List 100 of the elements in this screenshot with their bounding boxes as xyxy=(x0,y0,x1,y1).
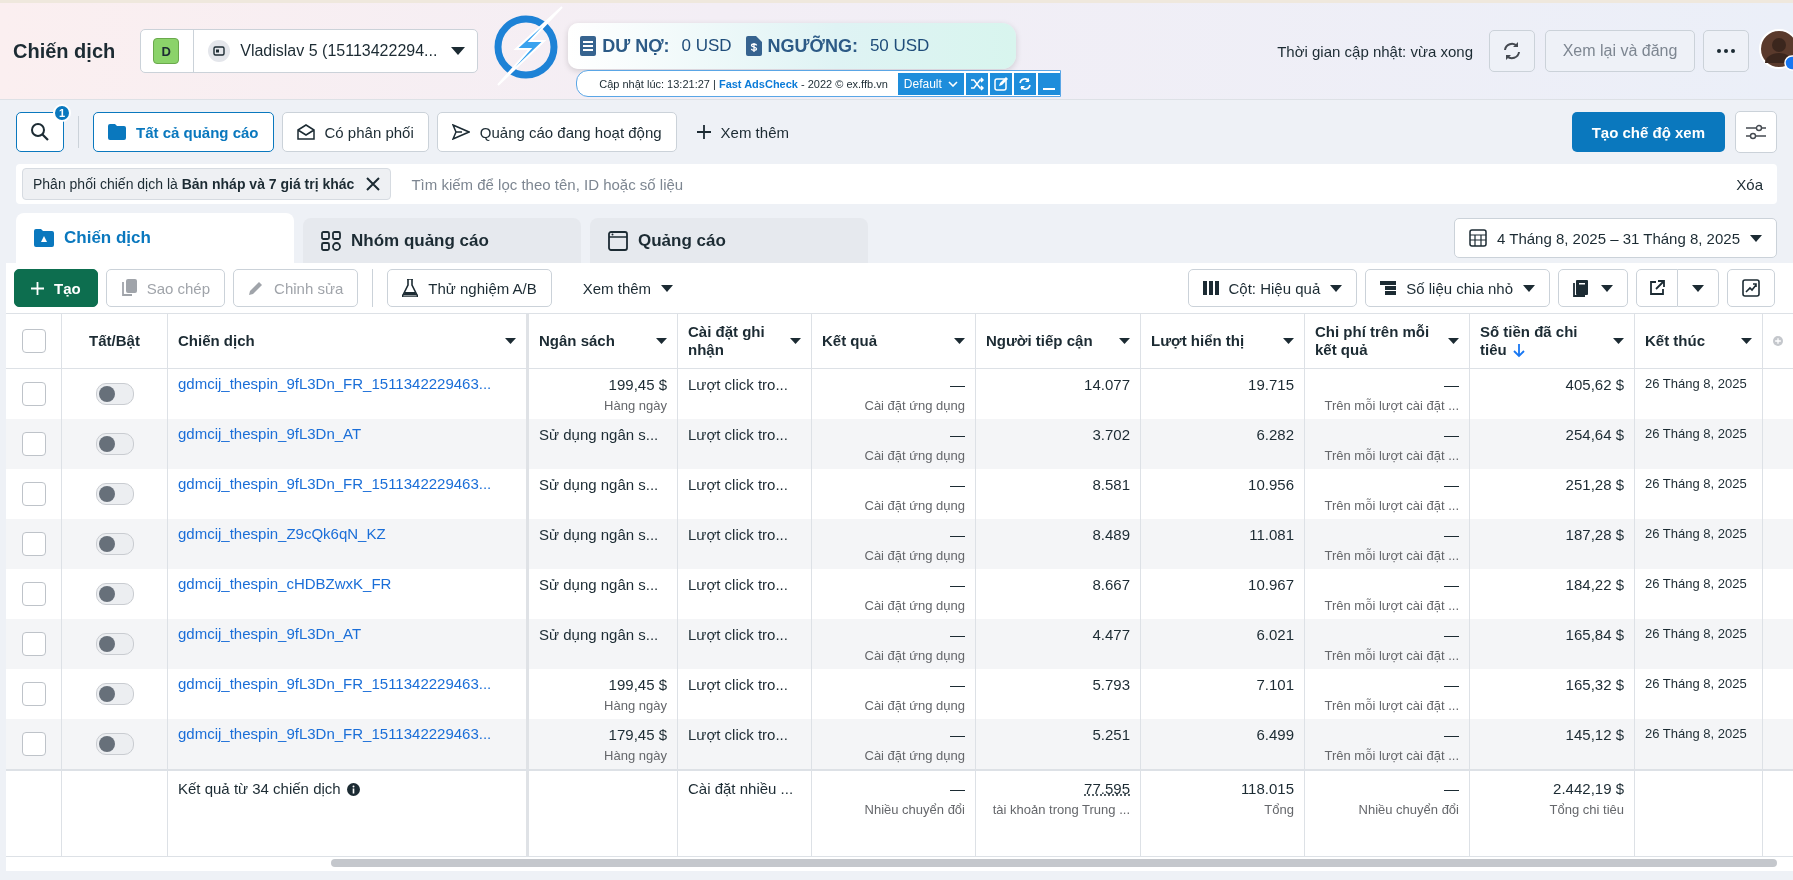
close-icon[interactable] xyxy=(366,177,381,191)
sort-arrow-icon xyxy=(1512,344,1525,359)
update-info: Cập nhật lúc: 13:21:27 | Fast AdsCheck - 2022 © ex.ffb.vn xyxy=(599,77,888,90)
quick-filter[interactable]: Có phân phối xyxy=(281,112,429,152)
account-selector[interactable]: D Vladislav 5 (15113422294... xyxy=(140,29,479,73)
budget-value: Sử dụng ngân s... xyxy=(539,425,659,445)
avatar[interactable] xyxy=(1759,29,1793,73)
test-button[interactable]: Thử nghiệm A/B xyxy=(387,269,552,307)
row-checkbox[interactable] xyxy=(21,582,46,606)
toggle-switch[interactable] xyxy=(95,383,134,405)
chart-button[interactable] xyxy=(1727,269,1775,307)
pencil-icon xyxy=(248,280,265,296)
quick-filter[interactable]: Quảng cáo đang hoạt động xyxy=(436,112,677,152)
table-row[interactable]: gdmcij_thespin_9fL3Dn_AT Sử dụng ngân s... Lượt click tro... — Cài đặt ứng dụng 3.702 6.282 — Trên mỗi lượt cài đặt ... 254,64 $ 26 Tháng 8, 2025 xyxy=(6,419,1793,469)
sliders-icon xyxy=(1746,124,1766,140)
cost-type: Trên mỗi lượt cài đặt ... xyxy=(1324,497,1459,515)
end-date: 26 Tháng 8, 2025 xyxy=(1645,425,1747,443)
toggle-switch[interactable] xyxy=(95,583,134,605)
more-icon xyxy=(1717,49,1735,53)
attribution-setting: Lượt click tro... xyxy=(688,675,788,695)
column-header[interactable]: Chiến dịch xyxy=(168,314,529,369)
budget-value: Sử dụng ngân s... xyxy=(539,525,659,545)
budget-value: 199,45 $ xyxy=(608,375,667,395)
minimize-icon[interactable] xyxy=(1037,72,1060,95)
row-checkbox[interactable] xyxy=(21,632,46,656)
table-row[interactable]: gdmcij_thespin_9fL3Dn_AT Sử dụng ngân s... Lượt click tro... — Cài đặt ứng dụng 4.477 6.021 — Trên mỗi lượt cài đặt ... 165,84 $ 26 Tháng 8, 2025 xyxy=(6,619,1793,669)
toggle-switch[interactable] xyxy=(95,433,134,455)
export-menu-button[interactable] xyxy=(1678,269,1719,307)
column-header[interactable]: Chi phí trên mỗi kết quả xyxy=(1305,314,1470,369)
row-checkbox[interactable] xyxy=(21,382,46,406)
select-all-checkbox[interactable] xyxy=(21,329,46,353)
column-header[interactable]: Số tiền đã chi tiêu xyxy=(1470,314,1635,369)
send-icon xyxy=(451,124,470,140)
campaign-link[interactable]: gdmcij_thespin_Z9cQk6qN_KZ xyxy=(178,525,386,542)
more-filters-button[interactable]: Xem thêm xyxy=(684,123,801,141)
level-tab[interactable]: Chiến dịch xyxy=(16,213,294,263)
table-row[interactable]: gdmcij_thespin_9fL3Dn_FR_1511342229463... 179,45 $ Hàng ngày Lượt click tro... — Cài đặt ứng dụng 5.251 6.499 — Trên mỗi lượt cài đặt ... 145,12 $ 26 Tháng 8, 2025 xyxy=(6,719,1793,769)
profile-select[interactable]: Default xyxy=(897,72,964,95)
columns-button[interactable]: Cột: Hiệu quả xyxy=(1187,269,1358,307)
budget-value: 199,45 $ xyxy=(608,675,667,695)
campaign-link[interactable]: gdmcij_thespin_9fL3Dn_AT xyxy=(178,425,362,442)
edit-icon[interactable] xyxy=(989,72,1012,95)
toggle-switch[interactable] xyxy=(95,633,134,655)
result-value: — xyxy=(950,675,965,695)
row-checkbox[interactable] xyxy=(21,682,46,706)
create-button[interactable]: Tạo xyxy=(14,269,98,307)
result-type: Cài đặt ứng dụng xyxy=(864,547,965,565)
toggle-switch[interactable] xyxy=(95,733,134,755)
table-row[interactable]: gdmcij_thespin_Z9cQk6qN_KZ Sử dụng ngân s... Lượt click tro... — Cài đặt ứng dụng 8.489 11.081 — Trên mỗi lượt cài đặt ... 187,28 $ 26 Tháng 8, 2025 xyxy=(6,519,1793,569)
caret-icon xyxy=(1283,338,1294,344)
column-header[interactable]: Ngân sách xyxy=(529,314,678,369)
copy-icon xyxy=(120,279,137,297)
row-checkbox[interactable] xyxy=(21,732,46,756)
breakdown-button[interactable]: Số liệu chia nhỏ xyxy=(1365,269,1550,307)
column-header[interactable]: Tất/Bật xyxy=(62,314,168,369)
toggle-switch[interactable] xyxy=(95,483,134,505)
campaign-link[interactable]: gdmcij_thespin_9fL3Dn_AT xyxy=(178,625,362,642)
level-tab[interactable]: Quảng cáo xyxy=(590,218,868,263)
cost-total: — xyxy=(1444,779,1459,799)
quick-filter[interactable]: Tất cả quảng cáo xyxy=(93,112,274,152)
column-header[interactable]: Cài đặt ghi nhận xyxy=(678,314,812,369)
row-checkbox[interactable] xyxy=(21,432,46,456)
settings-button[interactable] xyxy=(1735,111,1777,153)
toggle-switch[interactable] xyxy=(95,683,134,705)
row-checkbox[interactable] xyxy=(21,482,46,506)
level-tab[interactable]: Nhóm quảng cáo xyxy=(303,218,581,263)
campaign-link[interactable]: gdmcij_thespin_9fL3Dn_FR_1511342229463... xyxy=(178,375,492,392)
end-date: 26 Tháng 8, 2025 xyxy=(1645,525,1747,543)
campaign-link[interactable]: gdmcij_thespin_9fL3Dn_FR_1511342229463... xyxy=(178,475,492,492)
attribution-setting: Lượt click tro... xyxy=(688,425,788,445)
filter-chip[interactable]: Phân phối chiến dịch là Bản nháp và 7 giá trị khác xyxy=(22,168,392,200)
search-icon xyxy=(30,122,50,142)
campaign-link[interactable]: gdmcij_thespin_9fL3Dn_FR_1511342229463... xyxy=(178,725,492,742)
update-status: Thời gian cập nhật: vừa xong xyxy=(1277,42,1473,60)
info-icon[interactable] xyxy=(346,783,360,796)
clear-button[interactable]: Xóa xyxy=(1730,174,1769,194)
shuffle-icon[interactable] xyxy=(965,72,988,95)
campaign-link[interactable]: gdmcij_thespin_cHDBZwxK_FR xyxy=(178,575,392,592)
create-view-button[interactable]: Tạo chế độ xem xyxy=(1571,112,1725,152)
refresh-icon[interactable] xyxy=(1013,72,1036,95)
row-checkbox[interactable] xyxy=(21,532,46,556)
budget-period: Hàng ngày xyxy=(604,697,667,715)
refresh-button[interactable] xyxy=(1489,30,1535,72)
impressions-value: 10.967 xyxy=(1248,575,1294,595)
id-card-icon xyxy=(208,40,231,62)
campaign-link[interactable]: gdmcij_thespin_9fL3Dn_FR_1511342229463... xyxy=(178,675,492,692)
date-range-picker[interactable]: 4 Tháng 8, 2025 – 31 Tháng 8, 2025 xyxy=(1454,218,1777,258)
export-button[interactable] xyxy=(1636,269,1678,307)
scrollbar-thumb[interactable] xyxy=(331,859,1777,867)
column-header[interactable]: Kết quả xyxy=(812,314,976,369)
reach-value: 8.667 xyxy=(1092,575,1130,595)
column-header[interactable]: Kết thúc xyxy=(1635,314,1763,369)
column-header[interactable]: Lượt hiển thị xyxy=(1141,314,1305,369)
result-type: Cài đặt ứng dụng xyxy=(864,447,965,465)
reports-button[interactable] xyxy=(1558,269,1628,307)
column-header[interactable]: Người tiếp cận xyxy=(976,314,1141,369)
filter-search-field[interactable]: Phân phối chiến dịch là Bản nháp và 7 giá trị khác Tìm kiếm để lọc theo tên, ID hoặc số liệu Xóa xyxy=(16,164,1777,204)
result-value: — xyxy=(950,475,965,495)
toggle-switch[interactable] xyxy=(95,533,134,555)
amount-spent-value: 165,32 $ xyxy=(1565,675,1624,695)
